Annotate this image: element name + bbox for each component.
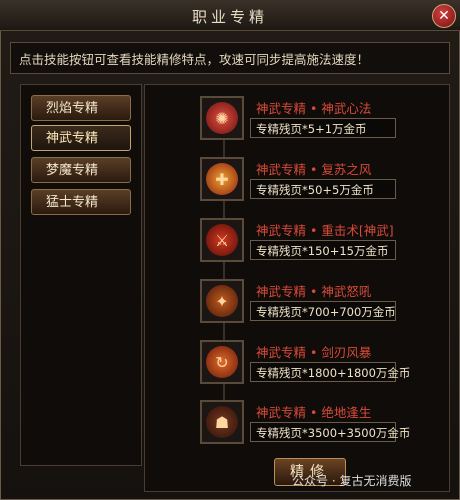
roar-orb: ✦	[206, 285, 238, 317]
revive-orb: ✚	[206, 163, 238, 195]
skill-row: ☗ 神武专精 • 绝地逢生 专精残页*3500+3500万金币	[200, 400, 460, 450]
last-stand-icon[interactable]: ☗	[200, 400, 244, 444]
tab-shenwu[interactable]: 神武专精	[31, 125, 131, 151]
skill-cost: 专精残页*50+5万金币	[250, 179, 396, 199]
heavy-strike-icon[interactable]: ⚔	[200, 218, 244, 262]
blade-storm-icon[interactable]: ↻	[200, 340, 244, 384]
watermark: 公众号 · 复古无消费版	[292, 474, 412, 488]
revive-icon[interactable]: ✚	[200, 157, 244, 201]
rune-orb: ✺	[206, 102, 238, 134]
skill-name: 神武专精 • 复苏之风	[256, 162, 372, 177]
storm-orb: ↻	[206, 346, 238, 378]
skill-cost: 专精残页*150+15万金币	[250, 240, 396, 260]
skill-name: 神武专精 • 重击术[神武]	[256, 223, 394, 238]
skill-cost: 专精残页*5+1万金币	[250, 118, 396, 138]
skill-name: 神武专精 • 剑刃风暴	[256, 345, 372, 360]
game-window: 职业专精 ✕ 点击技能按钮可查看技能精修特点，攻速可同步提高施法速度！ 烈焰专精…	[0, 0, 460, 500]
rune-icon[interactable]: ✺	[200, 96, 244, 140]
skill-cost: 专精残页*3500+3500万金币	[250, 422, 410, 442]
skill-name: 神武专精 • 神武心法	[256, 101, 372, 116]
tab-panel: 烈焰专精 神武专精 梦魔专精 猛士专精	[20, 84, 142, 466]
stand-orb: ☗	[206, 406, 238, 438]
hint-text: 点击技能按钮可查看技能精修特点，攻速可同步提高施法速度！	[19, 52, 370, 67]
skill-row: ✚ 神武专精 • 复苏之风 专精残页*50+5万金币	[200, 157, 460, 207]
skill-name: 神武专精 • 绝地逢生	[256, 405, 372, 420]
skill-cost: 专精残页*1800+1800万金币	[250, 362, 410, 382]
skill-row: ✦ 神武专精 • 神武怒吼 专精残页*700+700万金币	[200, 279, 460, 329]
skill-row: ✺ 神武专精 • 神武心法 专精残页*5+1万金币	[200, 96, 460, 146]
tab-lieyan[interactable]: 烈焰专精	[31, 95, 131, 121]
title-bar: 职业专精 ✕	[0, 0, 460, 31]
tab-mengmo[interactable]: 梦魔专精	[31, 157, 131, 183]
window-title: 职业专精	[191, 8, 268, 26]
hint-bar: 点击技能按钮可查看技能精修特点，攻速可同步提高施法速度！	[10, 42, 450, 74]
skill-row: ↻ 神武专精 • 剑刃风暴 专精残页*1800+1800万金币	[200, 340, 460, 390]
tab-mengshi[interactable]: 猛士专精	[31, 189, 131, 215]
close-icon[interactable]: ✕	[432, 4, 456, 28]
skill-row: ⚔ 神武专精 • 重击术[神武] 专精残页*150+15万金币	[200, 218, 460, 268]
strike-orb: ⚔	[206, 224, 238, 256]
skill-name: 神武专精 • 神武怒吼	[256, 284, 372, 299]
skill-cost: 专精残页*700+700万金币	[250, 301, 396, 321]
roar-icon[interactable]: ✦	[200, 279, 244, 323]
